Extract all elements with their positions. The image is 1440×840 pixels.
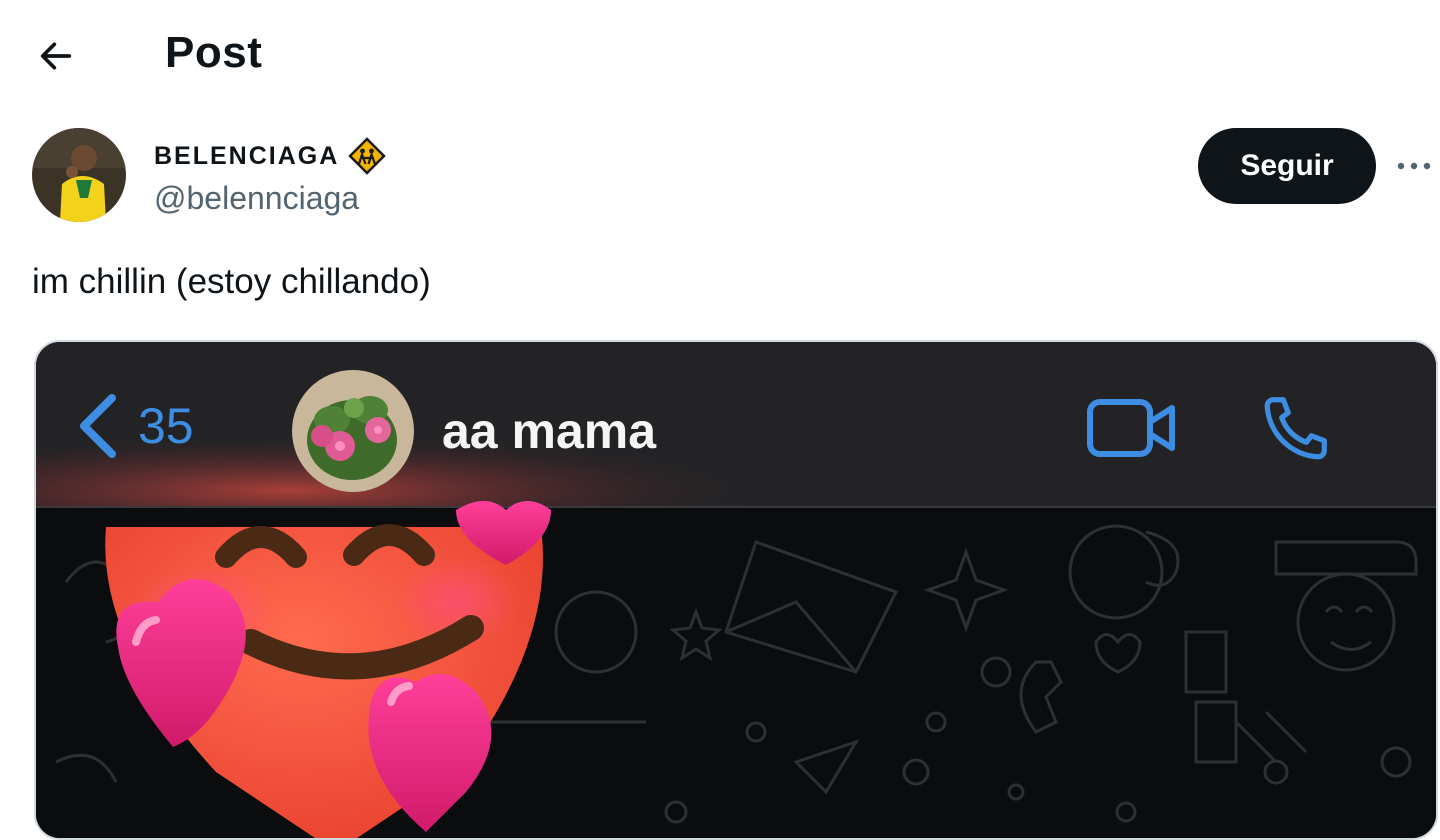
voice-call-button[interactable] xyxy=(1258,392,1332,466)
follow-button[interactable]: Seguir xyxy=(1198,128,1376,204)
more-options-button[interactable] xyxy=(1390,146,1438,186)
phone-icon xyxy=(1264,397,1327,460)
post-author: BELENCIAGA @belennciaga Seguir xyxy=(32,128,1432,228)
page-title: Post xyxy=(165,28,263,77)
top-bar: Post xyxy=(0,0,1440,110)
avatar-image xyxy=(32,128,126,222)
video-call-button[interactable] xyxy=(1086,396,1178,460)
name-row: BELENCIAGA xyxy=(154,136,387,176)
tweet-text: im chillin (estoy chillando) xyxy=(32,262,431,301)
more-options-icon xyxy=(1397,162,1431,170)
contact-avatar[interactable] xyxy=(292,370,414,492)
tweet-media[interactable]: 35 aa mama xyxy=(34,340,1438,840)
back-button[interactable] xyxy=(30,30,82,82)
chat-back-button[interactable]: 35 xyxy=(76,394,194,458)
flower-photo xyxy=(292,370,414,492)
avatar[interactable] xyxy=(32,128,126,222)
arrow-left-icon xyxy=(40,42,72,70)
display-name[interactable]: BELENCIAGA xyxy=(154,142,339,171)
chevron-left-icon xyxy=(80,394,116,458)
contact-name[interactable]: aa mama xyxy=(442,402,656,460)
video-camera-icon xyxy=(1087,399,1175,457)
affiliate-badge-icon xyxy=(348,137,387,175)
user-handle[interactable]: @belennciaga xyxy=(154,180,359,217)
chat-header: 35 aa mama xyxy=(36,342,1436,507)
unread-count: 35 xyxy=(138,398,194,454)
